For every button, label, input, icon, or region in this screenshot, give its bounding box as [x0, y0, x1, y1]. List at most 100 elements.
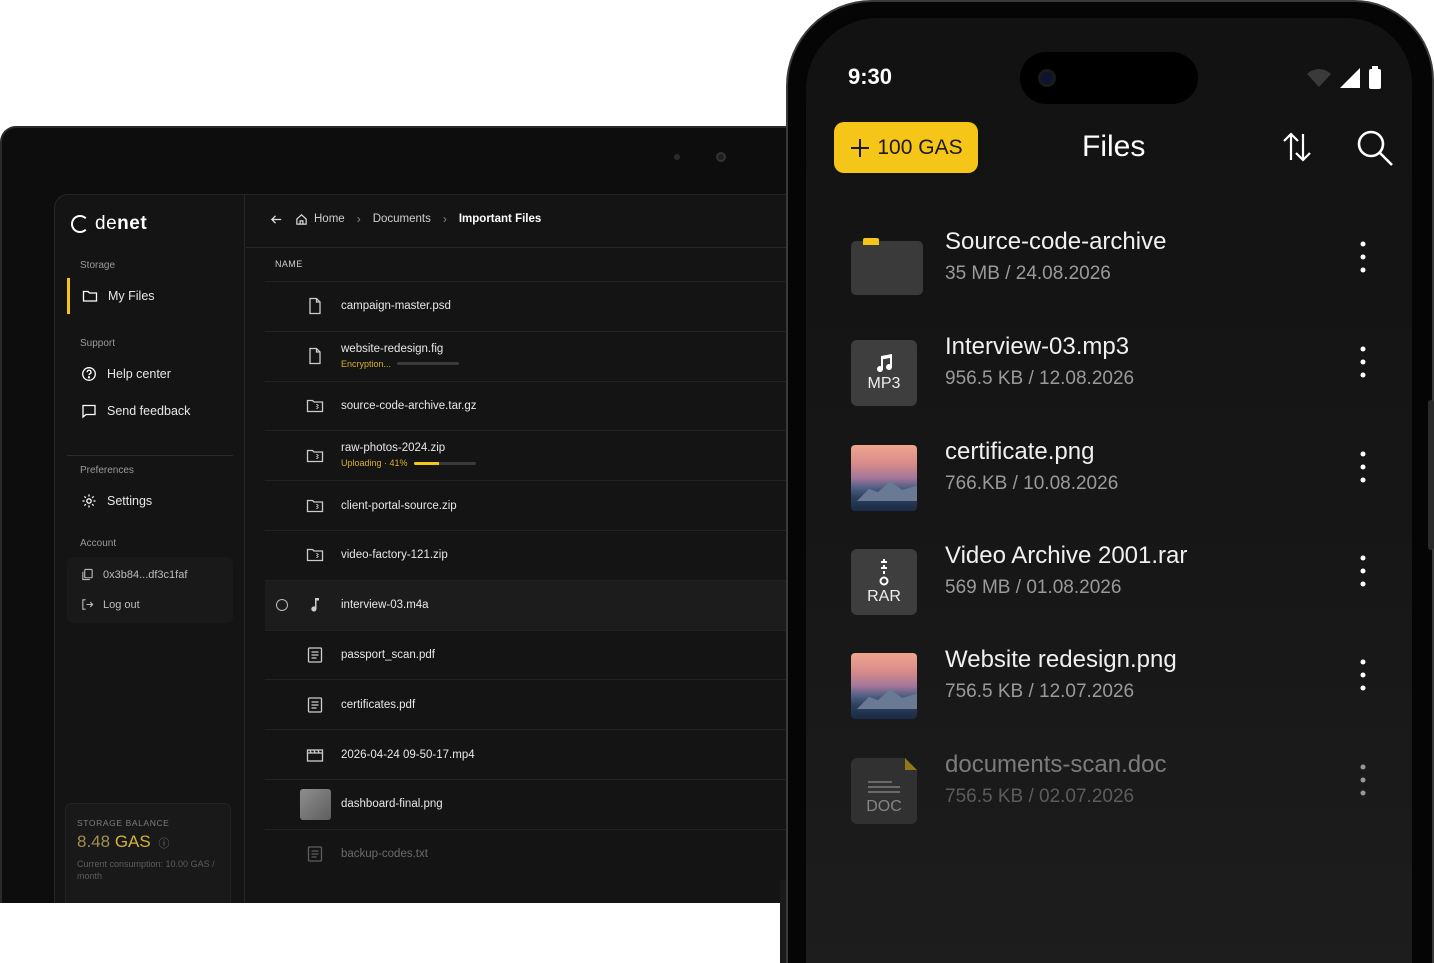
file-name: raw-photos-2024.zip: [341, 442, 446, 455]
table-row[interactable]: passport_scan.pdf: [265, 629, 820, 680]
file-name: backup-codes.txt: [341, 848, 428, 861]
chevron-right-icon: ›: [356, 212, 361, 226]
add-gas-label: 100 GAS: [877, 135, 963, 159]
home-icon: [296, 213, 307, 225]
item-title: Source-code-archive: [945, 228, 1167, 255]
back-arrow-icon[interactable]: [270, 213, 283, 226]
file-list: campaign-master.psd website-redesign.fig…: [265, 281, 820, 879]
music-icon: MP3: [851, 340, 921, 406]
page-title: Files: [1082, 130, 1146, 163]
file-name: client-portal-source.zip: [341, 499, 457, 512]
sidebar-item-send-feedback[interactable]: Send feedback: [67, 393, 235, 429]
laptop-camera: [716, 152, 726, 162]
photo-thumbnail: [851, 653, 921, 719]
sort-icon[interactable]: [1280, 130, 1314, 164]
denet-logo[interactable]: denet: [71, 213, 147, 235]
item-title: documents-scan.doc: [945, 751, 1167, 778]
logout-button[interactable]: Log out: [81, 598, 140, 611]
search-icon[interactable]: [1356, 129, 1394, 167]
breadcrumb-home[interactable]: Home: [295, 213, 345, 226]
table-row[interactable]: interview-03.m4a: [265, 579, 820, 630]
account-section-label: Account: [80, 538, 117, 549]
table-row[interactable]: client-portal-source.zip: [265, 480, 820, 530]
list-item[interactable]: DOC documents-scan.doc 756.5 KB / 02.07.…: [851, 751, 1371, 831]
breadcrumb-documents[interactable]: Documents: [373, 213, 431, 225]
wallet-address-row[interactable]: 0x3b84...df3c1faf: [81, 568, 187, 581]
table-row[interactable]: dashboard-final.png: [265, 778, 820, 829]
sidebar-item-settings[interactable]: Settings: [67, 483, 235, 519]
more-options-icon[interactable]: [1359, 240, 1367, 274]
list-item[interactable]: MP3 Interview-03.mp3 956.5 KB / 12.08.20…: [851, 333, 1371, 413]
plus-icon: [851, 138, 870, 157]
progress-bar: [397, 362, 460, 366]
file-name: interview-03.m4a: [341, 599, 429, 612]
list-item[interactable]: certificate.png 766.KB / 10.08.2026: [851, 438, 1371, 518]
archive-icon: [305, 545, 325, 565]
list-item[interactable]: RAR Video Archive 2001.rar 569 MB / 01.0…: [851, 542, 1371, 622]
table-row[interactable]: backup-codes.txt: [265, 828, 820, 879]
battery-icon: [1369, 66, 1381, 89]
add-gas-button[interactable]: 100 GAS: [834, 122, 978, 173]
sidebar-item-label: Send feedback: [107, 404, 191, 418]
archive-icon: [305, 396, 325, 416]
table-row[interactable]: campaign-master.psd: [265, 281, 820, 331]
file-browser: Home › Documents › Important Files NAME …: [246, 195, 820, 903]
item-meta: 756.5 KB / 02.07.2026: [945, 786, 1135, 807]
more-options-icon[interactable]: [1359, 450, 1367, 484]
sidebar-item-my-files[interactable]: My Files: [67, 278, 235, 314]
file-name: campaign-master.psd: [341, 300, 451, 313]
folder-icon: [851, 235, 923, 301]
front-camera: [1038, 69, 1056, 87]
item-title: Video Archive 2001.rar: [945, 542, 1188, 569]
list-item[interactable]: Source-code-archive 35 MB / 24.08.2026: [851, 228, 1371, 308]
table-row[interactable]: website-redesign.fig Encryption...: [265, 330, 820, 381]
account-panel: 0x3b84...df3c1faf Log out: [67, 557, 233, 623]
storage-section-label: Storage: [80, 260, 116, 271]
doc-icon: DOC: [851, 758, 921, 824]
wifi-icon: [1307, 69, 1331, 87]
list-item[interactable]: Website redesign.png 756.5 KB / 12.07.20…: [851, 646, 1371, 726]
table-row[interactable]: certificates.pdf: [265, 679, 820, 729]
column-header-name[interactable]: NAME: [275, 259, 303, 269]
item-title: certificate.png: [945, 438, 1095, 465]
file-name: source-code-archive.tar.gz: [341, 399, 477, 412]
file-status: Encryption...: [341, 359, 460, 369]
logout-label: Log out: [103, 598, 140, 611]
row-select-checkbox[interactable]: [276, 599, 288, 612]
web-app-screen: denet Storage My Files Support Help cent…: [54, 194, 820, 903]
table-row[interactable]: source-code-archive.tar.gz: [265, 380, 820, 431]
archive-icon: [305, 496, 325, 516]
more-options-icon[interactable]: [1359, 345, 1367, 379]
image-thumbnail: [300, 788, 331, 820]
file-name: website-redesign.fig: [341, 342, 444, 355]
item-meta: 956.5 KB / 12.08.2026: [945, 368, 1135, 389]
status-time: 9:30: [848, 64, 893, 89]
sidebar-item-help-center[interactable]: Help center: [67, 356, 235, 392]
laptop-frame: denet Storage My Files Support Help cent…: [0, 126, 820, 903]
file-status: Uploading · 41%: [341, 458, 476, 468]
phone-frame: 9:30 100 GAS Files Source-code-archive 3…: [786, 0, 1434, 963]
balance-consumption: Current consumption: 10.00 GAS / month: [77, 859, 215, 881]
logo-ring-icon: [71, 215, 89, 233]
item-meta: 756.5 KB / 12.07.2026: [945, 681, 1135, 702]
laptop-sensor: [674, 154, 680, 160]
logo-text: denet: [95, 213, 148, 234]
more-options-icon[interactable]: [1359, 554, 1367, 588]
info-icon[interactable]: ⓘ: [158, 838, 169, 850]
document-icon: [305, 645, 325, 665]
header-divider: [246, 247, 820, 248]
table-row[interactable]: raw-photos-2024.zip Uploading · 41%: [265, 430, 820, 480]
item-meta: 569 MB / 01.08.2026: [945, 577, 1122, 598]
support-section-label: Support: [80, 338, 116, 349]
table-row[interactable]: video-factory-121.zip: [265, 529, 820, 580]
feedback-icon: [82, 404, 96, 419]
more-options-icon[interactable]: [1359, 658, 1367, 692]
item-meta: 766.KB / 10.08.2026: [945, 473, 1119, 494]
storage-balance-card: STORAGE BALANCE 8.48 GAS ⓘ Current consu…: [65, 803, 231, 903]
item-title: Interview-03.mp3: [945, 333, 1130, 360]
more-options-icon[interactable]: [1359, 763, 1367, 797]
balance-value: 8.48 GAS ⓘ: [77, 832, 170, 851]
file-name: 2026-04-24 09-50-17.mp4: [341, 748, 475, 761]
file-name: dashboard-final.png: [341, 798, 443, 811]
table-row[interactable]: 2026-04-24 09-50-17.mp4: [265, 729, 820, 779]
